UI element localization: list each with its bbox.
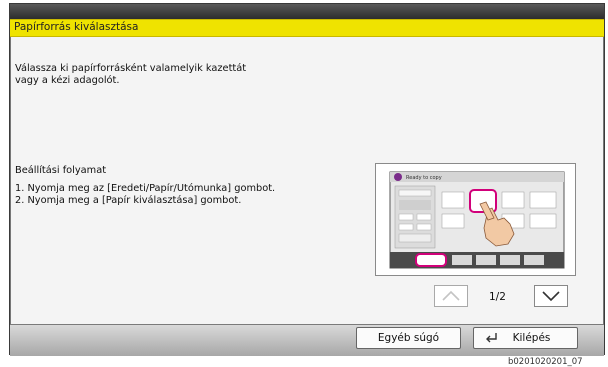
exit-button[interactable]: Kilépés	[473, 327, 578, 349]
mini-heading: Ready to copy	[406, 175, 442, 181]
page-indicator: 1/2	[489, 291, 506, 303]
exit-label: Kilépés	[512, 332, 551, 344]
title-bar: Papírforrás kiválasztása	[10, 19, 604, 37]
figure-caption: b0201020201_07	[508, 357, 583, 367]
window-title: Papírforrás kiválasztása	[14, 21, 139, 33]
step-item: 1. Nyomja meg az [Eredeti/Papír/Utómunka…	[15, 183, 276, 194]
illustration-svg: Ready to copy	[389, 171, 565, 269]
top-strip	[10, 4, 604, 19]
step-item: 2. Nyomja meg a [Papír kiválasztása] gom…	[15, 195, 242, 206]
chevron-down-icon	[542, 291, 560, 302]
chevron-up-icon	[442, 290, 460, 301]
other-help-label: Egyéb súgó	[377, 332, 440, 344]
page-down-button[interactable]	[534, 285, 568, 307]
settings-steps: 1. Nyomja meg az [Eredeti/Papír/Utómunka…	[15, 183, 275, 207]
printer-icon	[394, 173, 402, 181]
intro-text: Válassza ki papírforrásként valamelyik k…	[15, 63, 247, 86]
page-up-button[interactable]	[434, 285, 468, 307]
return-arrow-icon	[486, 333, 497, 343]
guide-illustration: Ready to copy	[375, 163, 576, 276]
other-help-button[interactable]: Egyéb súgó	[356, 327, 461, 349]
settings-heading: Beállítási folyamat	[15, 165, 107, 176]
